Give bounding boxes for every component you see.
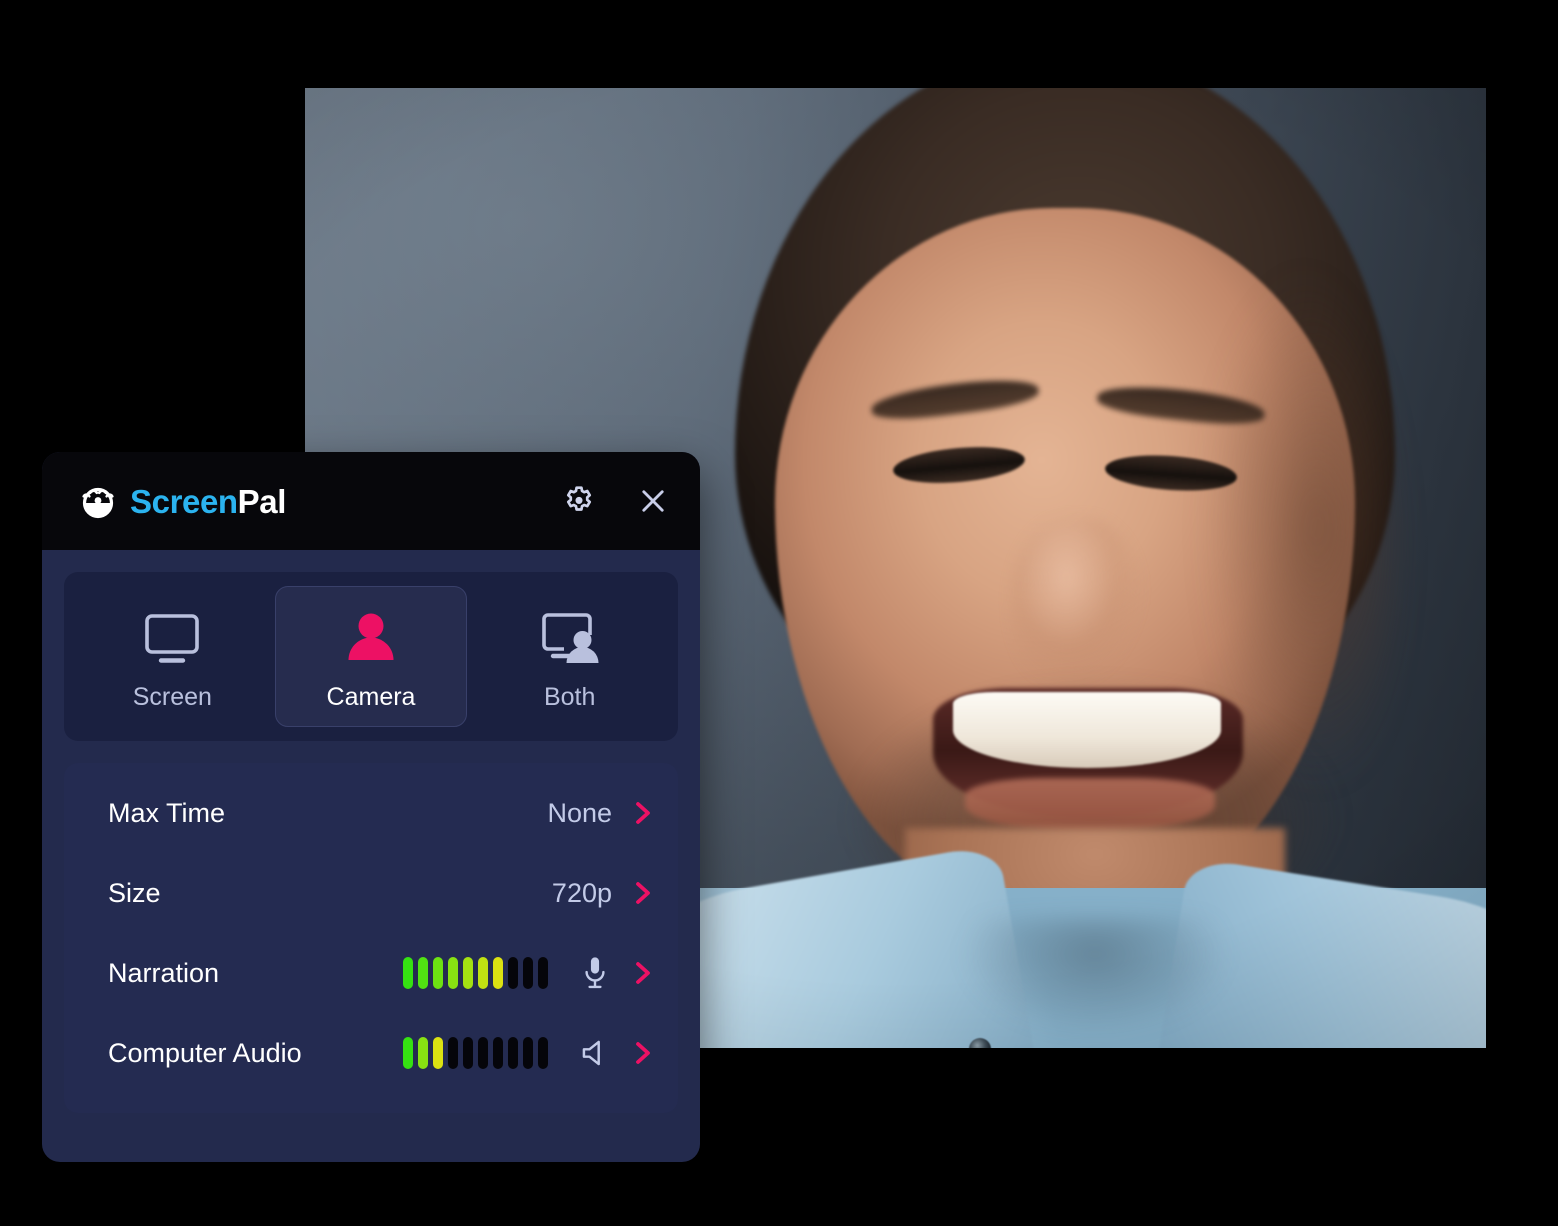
microphone-icon[interactable]	[578, 955, 612, 991]
meter-bar	[523, 1037, 533, 1069]
meter-bar	[463, 1037, 473, 1069]
mode-tab-screen-label: Screen	[132, 683, 212, 711]
person-icon	[340, 609, 402, 669]
mode-tab-both-label: Both	[543, 683, 596, 711]
meter-bar	[478, 1037, 488, 1069]
setting-row-computer-audio[interactable]: Computer Audio	[64, 1013, 678, 1093]
panel-body: Screen Camera Both Max Time None Size 72…	[42, 550, 700, 1139]
setting-value-max-time: None	[547, 797, 612, 828]
meter-bar	[433, 1037, 443, 1069]
recorder-panel: ScreenPal Screen Camera Both Max Time No…	[42, 452, 700, 1162]
brand-screen-text: Screen	[130, 482, 238, 520]
meter-bar	[538, 957, 548, 989]
brand-logo: ScreenPal	[78, 481, 286, 521]
meter-bar	[508, 957, 518, 989]
setting-label-computer-audio: Computer Audio	[108, 1037, 302, 1068]
screen-recorder-promo: ScreenPal Screen Camera Both Max Time No…	[0, 0, 1558, 1226]
meter-bar	[448, 1037, 458, 1069]
meter-bar	[538, 1037, 548, 1069]
meter-bar	[463, 957, 473, 989]
mode-tab-both[interactable]: Both	[473, 586, 666, 727]
meter-bar	[448, 957, 458, 989]
settings-list: Max Time None Size 720p Narration Comput…	[64, 763, 678, 1113]
screenpal-mascot-icon	[78, 481, 118, 521]
meter-bar	[493, 1037, 503, 1069]
setting-value-size: 720p	[551, 877, 612, 908]
mode-tab-camera-label: Camera	[326, 683, 416, 711]
meter-bar	[433, 957, 443, 989]
meter-bar	[478, 957, 488, 989]
setting-control-narration	[403, 955, 656, 991]
gear-icon[interactable]	[560, 482, 598, 520]
header-actions	[560, 482, 672, 520]
narration-level-meter	[403, 957, 548, 989]
setting-row-size[interactable]: Size 720p	[64, 853, 678, 933]
meter-bar	[403, 957, 413, 989]
chevron-right-icon[interactable]	[630, 798, 656, 828]
capture-mode-tabs: Screen Camera Both	[64, 572, 678, 741]
panel-header: ScreenPal	[42, 452, 700, 550]
speaker-icon[interactable]	[578, 1036, 612, 1070]
mode-tab-screen[interactable]: Screen	[76, 586, 269, 727]
monitor-icon	[141, 609, 203, 669]
close-icon[interactable]	[634, 482, 672, 520]
mode-tab-camera[interactable]: Camera	[274, 586, 468, 727]
setting-label-narration: Narration	[108, 957, 220, 988]
setting-label-size: Size	[108, 877, 161, 908]
setting-row-max-time[interactable]: Max Time None	[64, 773, 678, 853]
setting-control-max-time: None	[547, 798, 656, 828]
monitor-person-icon	[539, 609, 601, 669]
meter-bar	[418, 1037, 428, 1069]
meter-bar	[418, 957, 428, 989]
meter-bar	[523, 957, 533, 989]
meter-bar	[493, 957, 503, 989]
meter-bar	[508, 1037, 518, 1069]
brand-wordmark: ScreenPal	[130, 485, 286, 518]
setting-control-size: 720p	[552, 878, 656, 908]
chevron-right-icon[interactable]	[630, 878, 656, 908]
chevron-right-icon[interactable]	[630, 1038, 656, 1068]
setting-label-max-time: Max Time	[108, 797, 226, 828]
setting-row-narration[interactable]: Narration	[64, 933, 678, 1013]
meter-bar	[403, 1037, 413, 1069]
setting-control-computer-audio	[403, 1036, 656, 1070]
computer-audio-level-meter	[403, 1037, 548, 1069]
brand-pal-text: Pal	[237, 482, 287, 520]
chevron-right-icon[interactable]	[630, 958, 656, 988]
